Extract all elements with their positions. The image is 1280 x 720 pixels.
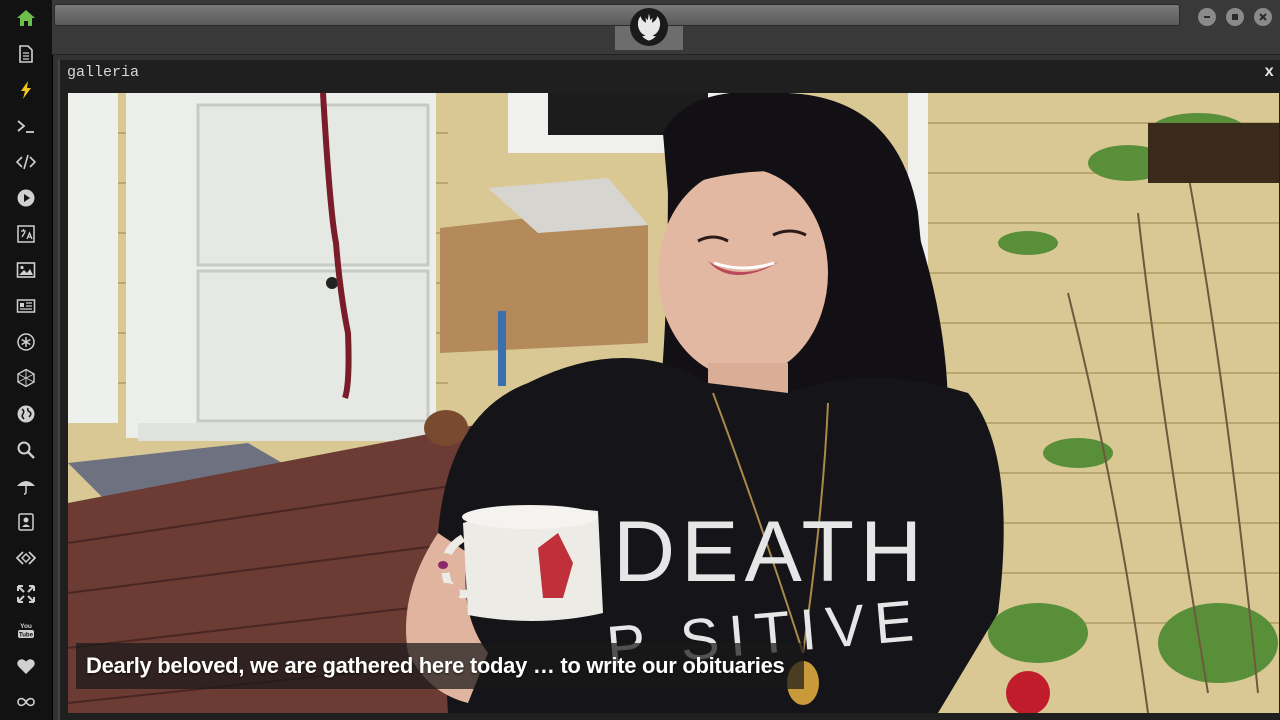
document-icon[interactable]: [10, 39, 42, 69]
top-bar: [52, 0, 1280, 55]
image-icon[interactable]: [10, 255, 42, 285]
gallery-panel: galleria x DEATH P SITIVE Dearly beloved…: [58, 60, 1280, 720]
contact-icon[interactable]: [10, 507, 42, 537]
maximize-icon[interactable]: [1226, 8, 1244, 26]
panel-close-button[interactable]: x: [1264, 63, 1274, 81]
terminal-icon[interactable]: [10, 111, 42, 141]
caption-text: Dearly beloved, we are gathered here tod…: [86, 653, 785, 678]
app-window: You Tube galleria x DEATH P SITIVE Dearl…: [0, 0, 1280, 720]
sidebar: You Tube: [0, 0, 53, 720]
close-icon[interactable]: [1254, 8, 1272, 26]
globe-icon[interactable]: [10, 399, 42, 429]
asterisk-icon[interactable]: [10, 327, 42, 357]
photo-illustration: DEATH P SITIVE: [68, 93, 1279, 713]
photo-caption: Dearly beloved, we are gathered here tod…: [76, 643, 804, 689]
youtube-icon[interactable]: You Tube: [10, 615, 42, 645]
svg-text:You: You: [20, 623, 32, 630]
flash-icon[interactable]: [10, 75, 42, 105]
hexagon-icon[interactable]: [10, 363, 42, 393]
infinity-icon[interactable]: [10, 687, 42, 717]
play-icon[interactable]: [10, 183, 42, 213]
embed-icon[interactable]: [10, 543, 42, 573]
minimize-icon[interactable]: [1198, 8, 1216, 26]
translate-icon[interactable]: [10, 219, 42, 249]
search-icon[interactable]: [10, 435, 42, 465]
svg-text:Tube: Tube: [19, 632, 34, 638]
expand-icon[interactable]: [10, 579, 42, 609]
shirt-text-line1: DEATH: [613, 504, 928, 600]
home-icon[interactable]: [10, 3, 42, 33]
address-bar[interactable]: [54, 4, 1180, 26]
code-icon[interactable]: [10, 147, 42, 177]
heart-icon[interactable]: [10, 651, 42, 681]
umbrella-icon[interactable]: [10, 471, 42, 501]
news-icon[interactable]: [10, 291, 42, 321]
gallery-photo[interactable]: DEATH P SITIVE Dearly beloved, we are ga…: [68, 93, 1279, 713]
rebel-alliance-icon[interactable]: [630, 8, 668, 46]
panel-title: galleria: [67, 64, 140, 81]
